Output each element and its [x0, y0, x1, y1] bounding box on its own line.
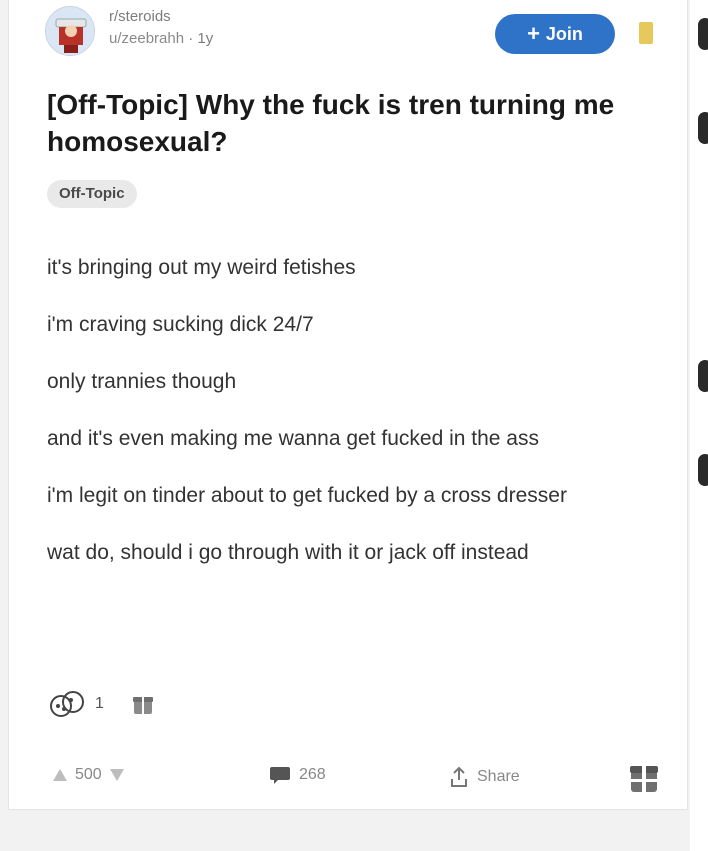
sidebar-avatar[interactable] — [698, 360, 708, 392]
body-paragraph: and it's even making me wanna get fucked… — [47, 427, 539, 450]
award-icon[interactable] — [47, 688, 87, 720]
vote-count: 500 — [75, 766, 102, 783]
author-name[interactable]: u/zeebrahh — [109, 30, 184, 47]
body-paragraph: only trannies though — [47, 370, 237, 393]
vote-control: 500 — [53, 766, 124, 784]
body-paragraph: wat do, should i go through with it or j… — [47, 541, 529, 564]
post-card: r/steroids u/zeebrahh · 1y + Join [Off-T… — [8, 0, 688, 810]
gift-icon[interactable] — [132, 692, 154, 716]
share-button[interactable]: Share — [449, 766, 520, 788]
post-title[interactable]: [Off-Topic] Why the fuck is tren turning… — [47, 86, 667, 160]
downvote-icon[interactable] — [109, 769, 124, 781]
award-count: 1 — [95, 695, 104, 712]
body-paragraph: i'm legit on tinder about to get fucked … — [47, 484, 567, 507]
post-header: r/steroids u/zeebrahh · 1y + Join — [39, 4, 679, 64]
post-flair[interactable]: Off-Topic — [47, 180, 137, 208]
bookmark-icon[interactable] — [639, 22, 653, 44]
join-button-label: Join — [545, 23, 583, 44]
body-paragraph: it's bringing out my weird fetishes — [47, 256, 356, 279]
comment-icon — [270, 767, 290, 784]
body-paragraph: i'm craving sucking dick 24/7 — [47, 313, 314, 336]
post-age: 1y — [197, 30, 214, 47]
subreddit-name[interactable]: r/steroids — [109, 6, 213, 28]
upvote-icon[interactable] — [53, 769, 67, 781]
post-meta: r/steroids u/zeebrahh · 1y — [109, 6, 213, 50]
plus-icon: + — [527, 21, 540, 46]
post-actions: 500 268 Share — [47, 758, 667, 798]
subreddit-avatar[interactable] — [45, 6, 95, 56]
join-button[interactable]: + Join — [495, 14, 615, 54]
share-label: Share — [477, 768, 520, 785]
avatar-icon — [46, 7, 94, 55]
awards-row: 1 — [47, 688, 154, 720]
sidebar-avatar[interactable] — [698, 454, 708, 486]
comment-count: 268 — [299, 766, 326, 783]
comments-button[interactable]: 268 — [269, 766, 326, 784]
post-body: it's bringing out my weird fetishes i'm … — [47, 252, 667, 594]
sidebar-edge — [690, 0, 708, 851]
share-icon — [451, 766, 467, 787]
gift-icon[interactable] — [629, 760, 659, 794]
sidebar-avatar[interactable] — [698, 18, 708, 50]
sidebar-avatar[interactable] — [698, 112, 708, 144]
